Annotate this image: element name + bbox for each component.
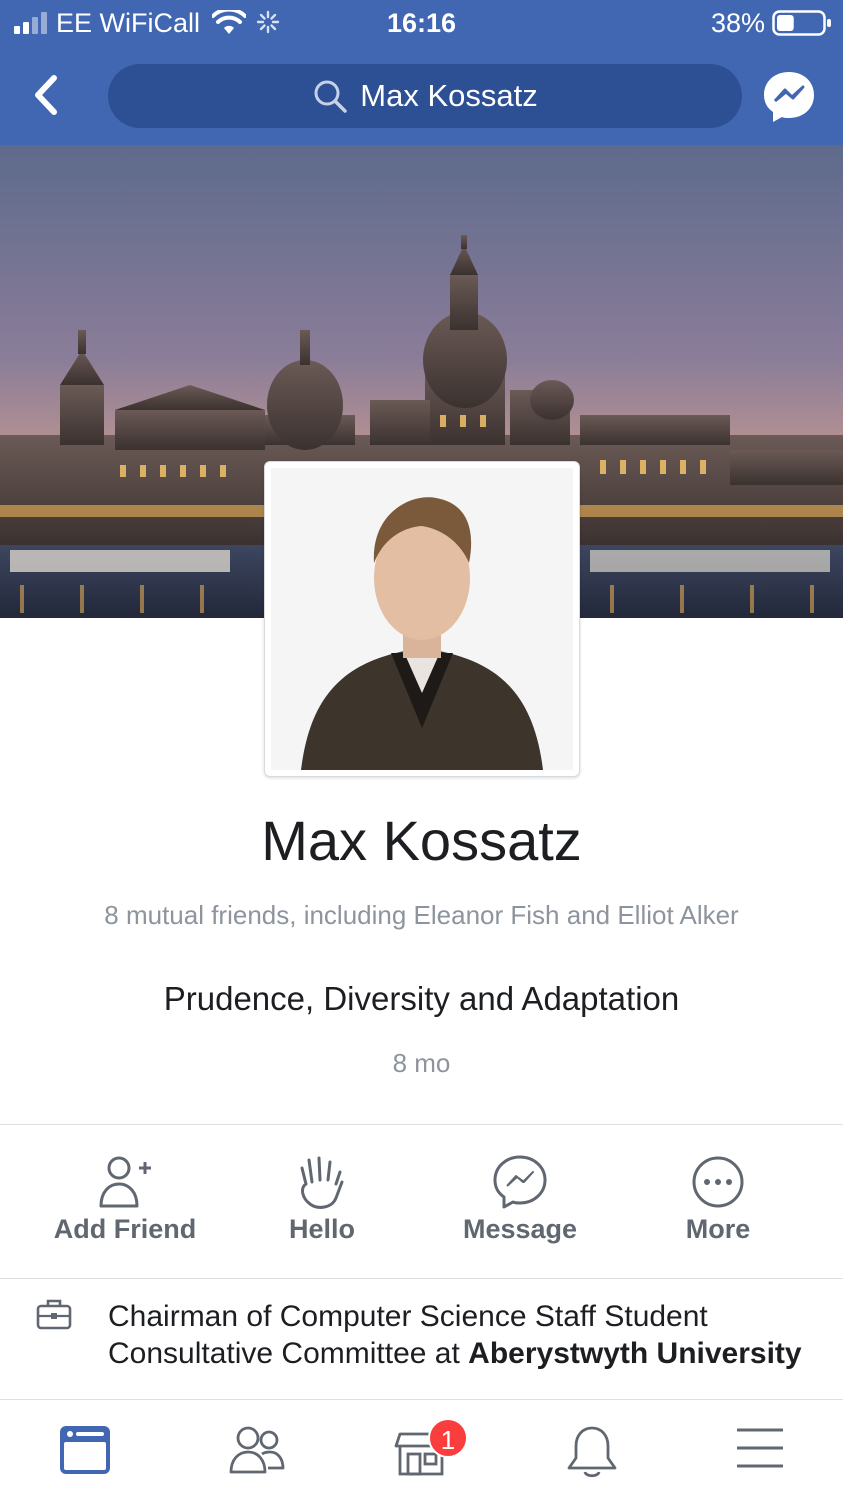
more-label: More — [685, 1214, 751, 1244]
status-bar: EE WiFiCall 16:16 38% — [0, 0, 843, 48]
divider — [0, 1278, 843, 1279]
tab-friends[interactable] — [190, 1400, 320, 1499]
profile-actions: Add Friend Hello Message More — [0, 1128, 843, 1276]
hello-label: Hello — [288, 1214, 355, 1244]
search-box[interactable]: Max Kossatz — [108, 64, 742, 128]
add-friend-button[interactable]: Add Friend — [25, 1128, 225, 1276]
work-organization-link[interactable]: Aberystwyth University — [468, 1337, 801, 1370]
mutual-friends-text[interactable]: 8 mutual friends, including Eleanor Fish… — [0, 900, 843, 931]
top-bar: EE WiFiCall 16:16 38% Max Kossatz — [0, 0, 843, 145]
avatar — [271, 468, 573, 770]
profile-bio: Prudence, Diversity and Adaptation — [163, 980, 680, 1017]
work-info-row[interactable]: Chairman of Computer Science Staff Stude… — [0, 1280, 843, 1398]
briefcase-icon — [36, 1299, 72, 1330]
message-label: Message — [462, 1214, 578, 1244]
notifications-icon — [567, 1426, 617, 1478]
tab-notifications[interactable] — [526, 1400, 656, 1499]
message-button[interactable]: Message — [420, 1128, 620, 1276]
messenger-icon — [493, 1155, 547, 1209]
marketplace-badge: 1 — [428, 1418, 468, 1458]
profile-name: Max Kossatz — [261, 809, 582, 872]
divider — [0, 1124, 843, 1125]
battery-percent: 38% — [711, 8, 766, 38]
more-icon — [692, 1156, 744, 1208]
back-chevron-icon[interactable] — [28, 72, 68, 118]
bottom-tab-bar — [0, 1399, 843, 1499]
search-icon — [314, 80, 348, 113]
add-friend-icon — [99, 1156, 151, 1208]
tab-menu[interactable] — [695, 1400, 825, 1499]
friends-icon — [229, 1426, 285, 1474]
work-description: Chairman of Computer Science Staff Stude… — [108, 1298, 808, 1372]
profile-photo[interactable] — [264, 461, 580, 777]
menu-icon — [737, 1428, 783, 1468]
hello-button[interactable]: Hello — [222, 1128, 422, 1276]
news-feed-icon — [60, 1426, 110, 1474]
wave-icon — [300, 1156, 344, 1209]
more-button[interactable]: More — [618, 1128, 818, 1276]
messenger-icon[interactable] — [760, 68, 818, 126]
search-query: Max Kossatz — [360, 78, 538, 113]
bio-timestamp: 8 mo — [392, 1048, 451, 1078]
add-friend-label: Add Friend — [53, 1214, 197, 1244]
battery-icon — [772, 10, 831, 36]
tab-marketplace[interactable] — [356, 1400, 486, 1499]
tab-news-feed[interactable] — [20, 1400, 150, 1499]
